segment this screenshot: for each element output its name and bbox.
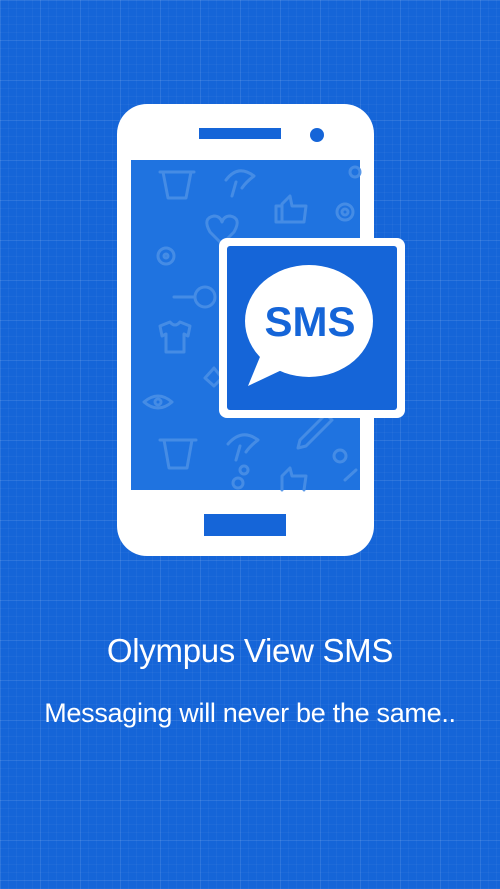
phone-sms-illustration: SMS xyxy=(117,104,405,556)
app-tagline: Messaging will never be the same.. xyxy=(44,698,456,728)
sms-badge-text: SMS xyxy=(264,298,355,345)
splash-screen: SMS Olympus View SMS Messaging will neve… xyxy=(0,0,500,889)
app-title: Olympus View SMS xyxy=(106,632,394,669)
